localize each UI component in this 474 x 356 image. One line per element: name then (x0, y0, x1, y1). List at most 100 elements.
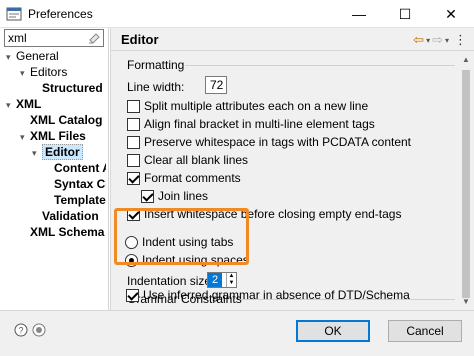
svg-text:?: ? (18, 326, 23, 336)
insert-whitespace-checkbox[interactable] (127, 207, 140, 221)
view-menu-icon[interactable]: ⋮ (454, 32, 467, 48)
option-label: Format comments (144, 171, 241, 185)
clear-blank-lines-checkbox[interactable] (127, 153, 140, 167)
split-attributes-checkbox[interactable] (127, 99, 140, 113)
maximize-icon: ☐ (398, 5, 412, 22)
option-label: Clear all blank lines (144, 153, 249, 167)
tree-item-structured-text[interactable]: Structured Te: (42, 80, 106, 96)
preserve-whitespace-checkbox[interactable] (127, 135, 140, 149)
tree-item-content-assist[interactable]: Content As (54, 160, 106, 176)
minimize-button[interactable]: — (336, 0, 382, 28)
insert-whitespace-option[interactable]: Insert whitespace before closing empty e… (127, 206, 401, 222)
help-icon[interactable]: ? (14, 323, 28, 337)
tree-item-label: Syntax Colo (54, 177, 106, 191)
join-lines-checkbox[interactable] (141, 189, 154, 203)
pane-splitter[interactable] (108, 28, 109, 310)
back-history-dropdown-icon[interactable]: ▾ (426, 36, 430, 45)
option-label: Align final bracket in multi-line elemen… (144, 117, 375, 131)
maximize-button[interactable]: ☐ (382, 0, 428, 28)
scroll-thumb[interactable] (462, 70, 470, 298)
tree-item-label: Validation (42, 209, 99, 223)
forward-history-dropdown-icon[interactable]: ▾ (445, 36, 449, 45)
tree-item-xml-files[interactable]: ▾ XML Files (20, 128, 86, 144)
line-width-input[interactable]: 72 (205, 76, 227, 94)
tree-item-syntax-coloring[interactable]: Syntax Colo (54, 176, 106, 192)
inferred-grammar-checkbox[interactable] (126, 288, 139, 302)
settings-scroll-area: Formatting Line width: 72 Split multiple… (111, 52, 459, 310)
option-label: Insert whitespace before closing empty e… (144, 207, 402, 221)
cancel-button[interactable]: Cancel (388, 320, 462, 342)
option-label: Preserve whitespace in tags with PCDATA … (144, 135, 412, 149)
scroll-up-icon[interactable]: ▲ (458, 52, 474, 68)
tree-item-label: XML (16, 97, 42, 111)
join-lines-option[interactable]: Join lines (141, 188, 208, 204)
tree-item-general[interactable]: ▾ General (6, 48, 59, 64)
option-label: Indent using tabs (142, 235, 234, 249)
align-final-bracket-option[interactable]: Align final bracket in multi-line elemen… (127, 116, 375, 132)
minimize-icon: — (352, 6, 366, 22)
format-comments-option[interactable]: Format comments (127, 170, 241, 186)
preferences-app-icon (6, 7, 22, 21)
filter-field[interactable] (4, 29, 104, 47)
expand-arrow-icon[interactable]: ▾ (6, 49, 16, 65)
align-final-bracket-checkbox[interactable] (127, 117, 140, 131)
expand-arrow-icon[interactable]: ▾ (32, 145, 42, 161)
expand-arrow-icon[interactable]: ▾ (20, 129, 30, 145)
tree-item-editors[interactable]: ▾ Editors (20, 64, 67, 80)
option-label: Use inferred grammar in absence of DTD/S… (143, 288, 410, 302)
tree-item-label: Content As (54, 161, 106, 175)
option-label: Join lines (158, 189, 209, 203)
formatting-section-label: Formatting (127, 58, 185, 72)
editor-preference-page: Editor ⇦ ▾ ⇨ ▾ ⋮ Formatting Line width: … (110, 28, 474, 310)
back-arrow-icon[interactable]: ⇦ (413, 32, 424, 48)
close-button[interactable]: ✕ (428, 0, 474, 28)
formatting-section-divider (185, 65, 455, 66)
forward-arrow-icon[interactable]: ⇨ (432, 32, 443, 48)
tree-item-editor[interactable]: ▾ Editor (32, 144, 83, 160)
tree-item-xml[interactable]: ▾ XML (6, 96, 41, 112)
tree-item-xml-catalog[interactable]: XML Catalog (30, 112, 102, 128)
tree-item-label: Templates (54, 193, 106, 207)
expand-arrow-icon[interactable]: ▾ (20, 65, 30, 81)
clear-filter-icon[interactable] (87, 31, 101, 45)
filter-input[interactable] (5, 30, 85, 46)
indent-tabs-option[interactable]: Indent using tabs (125, 234, 233, 250)
tree-item-templates[interactable]: Templates (54, 192, 106, 208)
tree-item-label: XML Catalog (30, 113, 103, 127)
scroll-down-icon[interactable]: ▼ (458, 294, 474, 310)
window-title: Preferences (28, 7, 93, 21)
ok-button[interactable]: OK (296, 320, 370, 342)
tree-item-label: XML Schema Fil (30, 225, 106, 239)
vertical-scrollbar[interactable]: ▲ ▼ (458, 52, 474, 310)
tree-item-label: Editors (30, 65, 68, 79)
indent-spaces-radio[interactable] (125, 253, 138, 267)
indent-spaces-option[interactable]: Indent using spaces (125, 252, 249, 268)
inferred-grammar-option[interactable]: Use inferred grammar in absence of DTD/S… (126, 287, 410, 303)
import-export-icon[interactable] (32, 323, 46, 337)
tree-item-label: General (16, 49, 59, 63)
close-icon: ✕ (445, 5, 457, 22)
line-width-label: Line width: (127, 80, 185, 94)
preserve-whitespace-option[interactable]: Preserve whitespace in tags with PCDATA … (127, 134, 411, 150)
clear-blank-lines-option[interactable]: Clear all blank lines (127, 152, 248, 168)
page-header: Editor ⇦ ▾ ⇨ ▾ ⋮ (111, 28, 474, 50)
indent-tabs-radio[interactable] (125, 235, 138, 249)
header-divider (111, 50, 474, 51)
option-label: Split multiple attributes each on a new … (144, 99, 369, 113)
format-comments-checkbox[interactable] (127, 171, 140, 185)
tree-item-label: Editor (42, 144, 83, 160)
expand-arrow-icon[interactable]: ▾ (6, 97, 16, 113)
navigation-controls: ⇦ ▾ ⇨ ▾ ⋮ (413, 32, 467, 48)
tree-item-validation[interactable]: Validation (42, 208, 99, 224)
page-title: Editor (121, 32, 159, 47)
indentation-size-spinner[interactable]: 2 ▲ ▼ (207, 272, 237, 288)
title-bar: Preferences — ☐ ✕ (0, 0, 474, 28)
tree-item-xml-schema-files[interactable]: XML Schema Fil (30, 224, 106, 240)
option-label: Indent using spaces (142, 253, 249, 267)
spinner-arrows-icon[interactable]: ▲ ▼ (226, 273, 236, 287)
split-attributes-option[interactable]: Split multiple attributes each on a new … (127, 98, 368, 114)
indentation-size-value[interactable]: 2 (208, 273, 222, 287)
preference-tree: ▾General ▾Editors Structured Te: ▾XML XM… (0, 48, 106, 306)
indentation-size-label: Indentation size: (127, 274, 215, 288)
tree-item-label: Structured Te: (42, 81, 106, 95)
